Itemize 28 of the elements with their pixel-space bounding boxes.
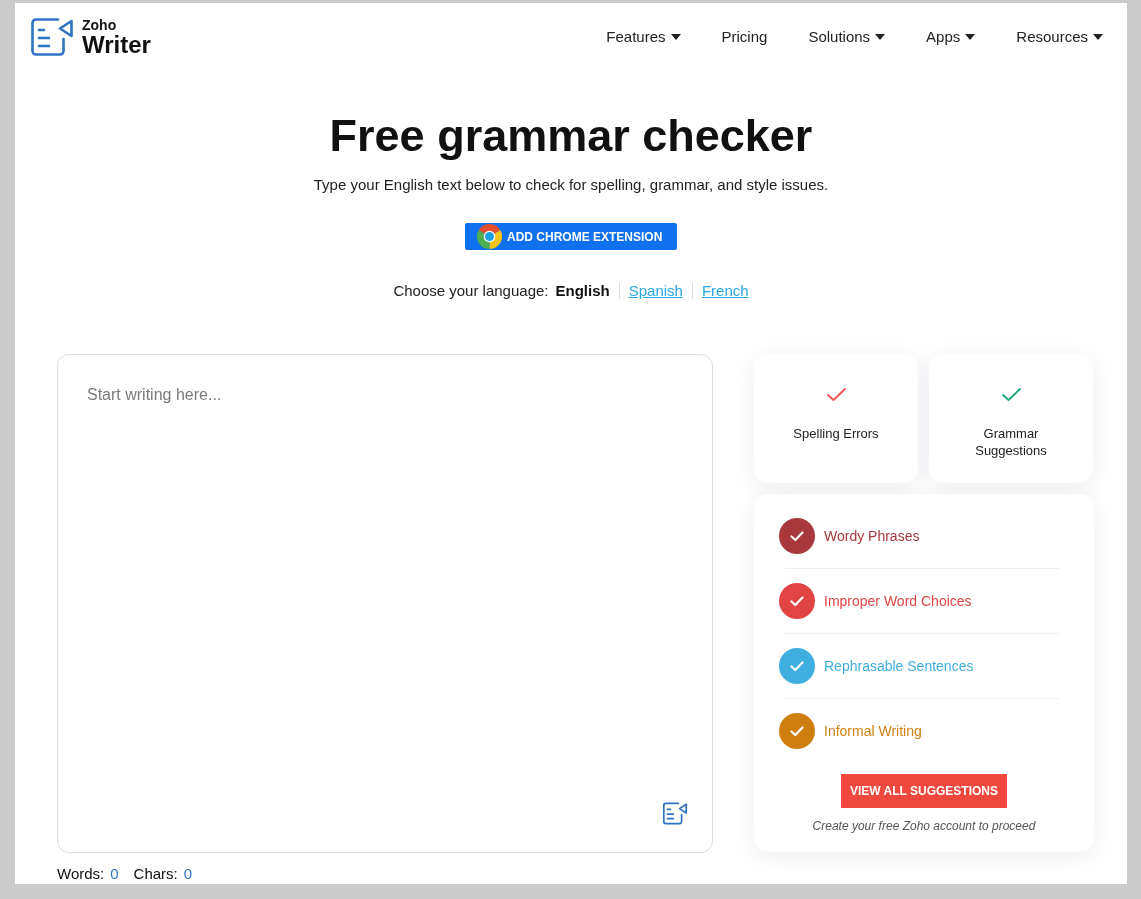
summary-label: Grammar Suggestions <box>974 425 1048 459</box>
view-all-suggestions-button[interactable]: VIEW ALL SUGGESTIONS <box>841 774 1007 808</box>
text-editor-field[interactable]: Start writing here... <box>57 354 713 853</box>
counter-label: Chars: <box>133 864 178 884</box>
language-option[interactable]: English <box>555 279 610 303</box>
counter-label: Words: <box>57 864 105 884</box>
summary-label: Spelling Errors <box>793 425 879 442</box>
language-label: Choose your language: <box>393 280 549 301</box>
category-label: Improper Word Choices <box>824 591 972 611</box>
nav-link[interactable]: Features <box>606 27 681 47</box>
nav-link[interactable]: Apps <box>926 27 976 47</box>
chrome-logo-icon <box>477 224 502 249</box>
category-label: Wordy Phrases <box>824 526 920 546</box>
nav-link[interactable]: Solutions <box>808 27 886 47</box>
counter-value: 0 <box>110 864 119 884</box>
add-extension-button[interactable]: ADD CHROME EXTENSION <box>465 223 677 250</box>
category-label: Rephrasable Sentences <box>824 656 974 676</box>
page-title: Free grammar checker <box>329 109 813 163</box>
category-label: Informal Writing <box>824 721 922 741</box>
counter-value: 0 <box>183 864 193 884</box>
logo-product-text[interactable]: Writer <box>82 32 151 57</box>
logo-brand-text[interactable]: Zoho <box>82 17 151 33</box>
page-subtitle: Type your English text below to check for spelling, grammar, and style issues. <box>313 175 829 195</box>
nav-link[interactable]: Resources <box>1016 27 1103 47</box>
writer-icon[interactable] <box>662 802 688 825</box>
nav-link[interactable]: Pricing <box>721 27 768 47</box>
logo-icon[interactable] <box>30 17 74 57</box>
signup-note: Create your free Zoho account to proceed <box>812 818 1036 834</box>
